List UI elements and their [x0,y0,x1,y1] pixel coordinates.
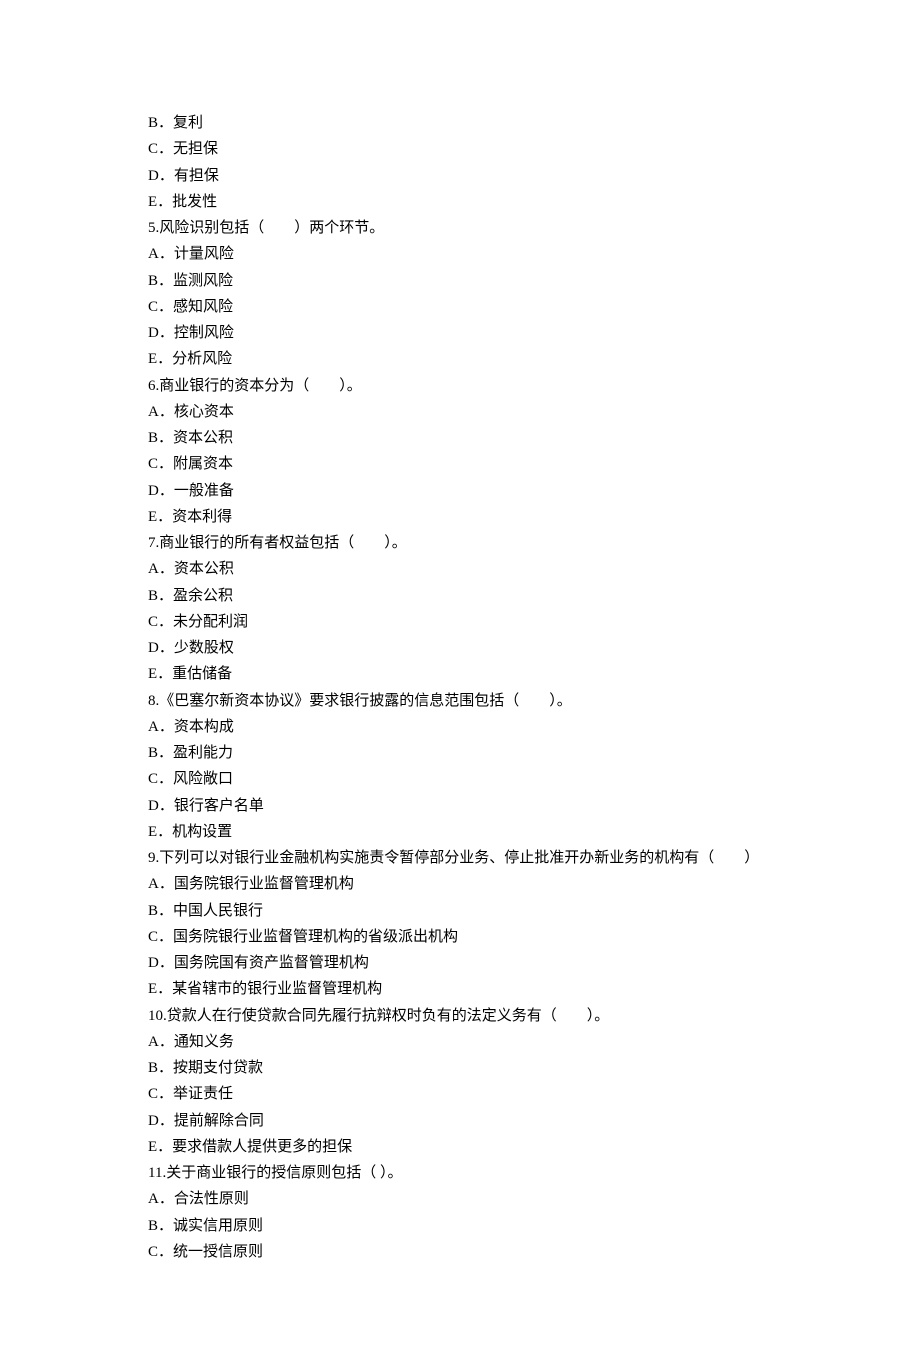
option-line: C．未分配利润 [148,609,800,635]
option-line: E．资本利得 [148,504,800,530]
option-line: E．批发性 [148,189,800,215]
option-line: E．分析风险 [148,346,800,372]
option-line: C．附属资本 [148,451,800,477]
option-line: C．风险敞口 [148,766,800,792]
question-line: 7.商业银行的所有者权益包括（ ）。 [148,530,800,556]
option-line: D．一般准备 [148,478,800,504]
question-line: 10.贷款人在行使贷款合同先履行抗辩权时负有的法定义务有（ ）。 [148,1003,800,1029]
option-line: E．某省辖市的银行业监督管理机构 [148,976,800,1002]
question-line: 9.下列可以对银行业金融机构实施责令暂停部分业务、停止批准开办新业务的机构有（ … [148,845,800,871]
option-line: A．计量风险 [148,241,800,267]
question-line: 11.关于商业银行的授信原则包括（ ）。 [148,1160,800,1186]
option-line: D．少数股权 [148,635,800,661]
option-line: C．国务院银行业监督管理机构的省级派出机构 [148,924,800,950]
option-line: A．国务院银行业监督管理机构 [148,871,800,897]
option-line: E．重估储备 [148,661,800,687]
option-line: D．提前解除合同 [148,1108,800,1134]
option-line: A．通知义务 [148,1029,800,1055]
option-line: B．诚实信用原则 [148,1213,800,1239]
option-line: D．银行客户名单 [148,793,800,819]
question-line: 6.商业银行的资本分为（ ）。 [148,373,800,399]
option-line: A．合法性原则 [148,1186,800,1212]
option-line: C．举证责任 [148,1081,800,1107]
option-line: B．复利 [148,110,800,136]
question-line: 8.《巴塞尔新资本协议》要求银行披露的信息范围包括（ ）。 [148,688,800,714]
option-line: B．盈余公积 [148,583,800,609]
option-line: D．有担保 [148,163,800,189]
option-line: D．控制风险 [148,320,800,346]
option-line: C．感知风险 [148,294,800,320]
option-line: B．按期支付贷款 [148,1055,800,1081]
option-line: B．监测风险 [148,268,800,294]
option-line: E．要求借款人提供更多的担保 [148,1134,800,1160]
document-page: B．复利 C．无担保 D．有担保 E．批发性 5.风险识别包括（ ）两个环节。 … [0,0,920,1345]
option-line: A．资本构成 [148,714,800,740]
option-line: E．机构设置 [148,819,800,845]
option-line: D．国务院国有资产监督管理机构 [148,950,800,976]
option-line: B．资本公积 [148,425,800,451]
option-line: C．无担保 [148,136,800,162]
option-line: B．盈利能力 [148,740,800,766]
question-line: 5.风险识别包括（ ）两个环节。 [148,215,800,241]
option-line: C．统一授信原则 [148,1239,800,1265]
option-line: B．中国人民银行 [148,898,800,924]
option-line: A．资本公积 [148,556,800,582]
option-line: A．核心资本 [148,399,800,425]
